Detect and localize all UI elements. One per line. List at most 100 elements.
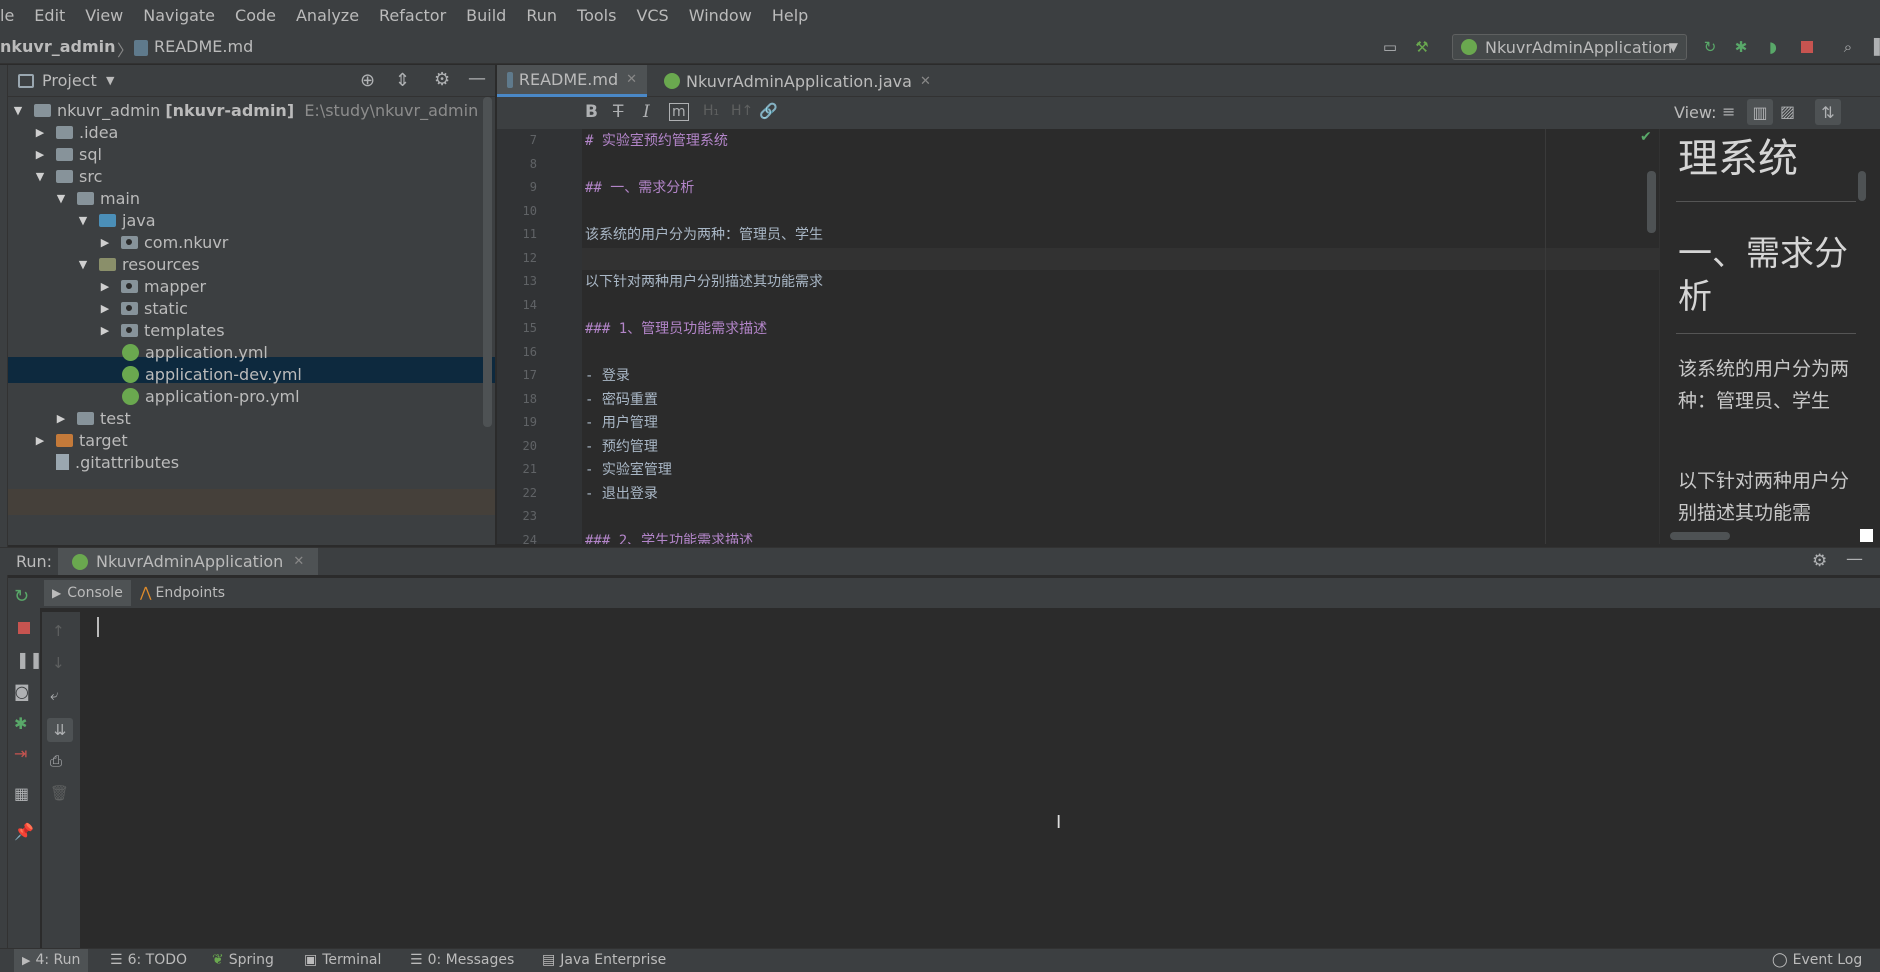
soft-wrap-icon[interactable]: ⤶ [50,686,58,704]
sync-scroll-icon[interactable]: ⇅ [1815,99,1841,125]
layout-icon[interactable]: ▭ [1378,35,1402,59]
code-line: - 预约管理 [585,438,658,455]
menu-tools[interactable]: Tools [567,6,626,25]
menu-vcs[interactable]: VCS [626,6,678,25]
line-number-gutter: 7 8 9 10 11 12 13 14 15 16 17 18 19 20 21 22 23 24 [497,129,582,544]
gear-icon[interactable]: ⚙ [434,69,450,90]
exit-icon[interactable]: ⇥ [14,744,27,763]
locate-target-icon[interactable]: ⊕ [360,70,375,91]
close-icon[interactable]: ✕ [293,554,304,569]
chevron-down-icon: ▼ [1668,40,1678,54]
mouse-ibeam-cursor: I [1056,812,1062,833]
expanded-arrow-icon: ▼ [78,213,88,227]
minimize-icon[interactable]: — [1846,549,1863,569]
layout-icon[interactable]: ▦ [14,784,29,803]
close-icon[interactable]: ✕ [626,72,637,87]
tab-endpoints[interactable]: ⋀ Endpoints [136,580,229,606]
collapsed-arrow-icon: ▶ [35,125,45,139]
stop-icon[interactable] [18,622,30,634]
menu-run[interactable]: Run [516,6,567,25]
tool-run[interactable]: ▶ 4: Run [22,952,80,968]
search-icon[interactable]: ⌕ [1836,35,1860,59]
run-configuration-select[interactable]: NkuvrAdminApplication ▼ [1452,34,1687,60]
tool-terminal[interactable]: ▣ Terminal [304,952,381,968]
tool-todo[interactable]: ☰ 6: TODO [110,952,187,968]
package-icon [121,279,138,293]
console-output[interactable]: I [80,612,1880,948]
tree-excluded-highlight [8,489,495,515]
line-number: 11 [522,227,537,241]
tool-messages[interactable]: ☰ 0: Messages [410,952,514,968]
preview-scrollbar[interactable] [1858,171,1866,201]
camera-icon[interactable]: ◙ [14,682,30,701]
menu-view[interactable]: View [75,6,133,25]
editor-scrollbar[interactable] [1647,171,1656,233]
preview-only-icon[interactable]: ▨ [1780,102,1795,121]
line-number: 7 [529,133,537,147]
menu-window[interactable]: Window [679,6,762,25]
tool-event-log[interactable]: ◯ Event Log [1772,952,1862,968]
tree-item-application-pro-yml[interactable]: application-pro.yml [122,383,300,409]
minimize-icon[interactable]: — [468,68,486,89]
print-icon[interactable]: ⎙ [50,752,62,770]
gear-icon[interactable]: ⚙ [1812,551,1827,571]
markdown-file-icon [507,71,513,88]
tree-scrollbar[interactable] [483,97,492,427]
pin-icon[interactable]: 📌 [14,822,34,841]
coverage-icon[interactable]: ◗ [1761,35,1785,59]
module-folder-icon [34,103,51,117]
spring-boot-icon [1461,39,1477,55]
project-panel-title[interactable]: Project [42,71,97,90]
tree-item-gitattributes[interactable]: .gitattributes [56,449,179,475]
close-icon[interactable]: ✕ [920,74,931,89]
menu-refactor[interactable]: Refactor [369,6,456,25]
editor-only-icon[interactable]: ≡ [1722,102,1735,121]
spring-yml-icon [122,365,139,383]
strikethrough-icon[interactable]: T [613,102,623,122]
code-editor[interactable]: 7 8 9 10 11 12 13 14 15 16 17 18 19 20 21 22 23 24 # 实验室预… [497,129,1659,544]
collapse-all-icon[interactable]: ⇕ [395,70,410,91]
right-margin-guide [1545,129,1546,544]
run-label: Run: [16,552,53,571]
more-icon[interactable]: ▐ [1862,35,1880,59]
menu-file[interactable]: le [0,6,24,25]
menu-edit[interactable]: Edit [24,6,75,25]
tool-label: Spring [228,952,274,968]
tree-label: test [100,408,131,428]
menu-help[interactable]: Help [762,6,818,25]
tool-java-enterprise[interactable]: ▤ Java Enterprise [542,952,666,968]
build-hammer-icon[interactable]: ⚒ [1410,35,1434,59]
split-view-icon[interactable]: ▥ [1747,99,1773,125]
package-icon [121,235,138,249]
breadcrumb-project[interactable]: nkuvr_admin [0,37,116,56]
breadcrumb-file[interactable]: README.md [154,37,253,56]
tab-console[interactable]: ▶ Console [44,580,131,606]
tab-readme[interactable]: README.md ✕ [497,65,647,97]
bold-icon[interactable]: B [585,102,598,122]
stop-icon[interactable] [1795,35,1819,59]
tab-nkuvr-admin-application[interactable]: NkuvrAdminApplication.java ✕ [654,65,941,97]
code-icon[interactable]: m [669,103,689,121]
preview-hscrollbar[interactable] [1670,532,1730,540]
menu-build[interactable]: Build [456,6,516,25]
italic-icon[interactable]: I [643,102,650,122]
rerun-icon[interactable]: ↻ [14,586,29,607]
package-icon [121,301,138,315]
menu-code[interactable]: Code [225,6,286,25]
debug-icon[interactable]: ✱ [14,714,27,733]
rerun-icon[interactable]: ↻ [1698,35,1722,59]
run-tab[interactable]: NkuvrAdminApplication ✕ [58,548,319,575]
collapsed-arrow-icon: ▶ [100,323,110,337]
chevron-down-icon[interactable]: ▼ [106,74,114,87]
collapsed-arrow-icon: ▶ [100,301,110,315]
preview-h2: 一、需求分析 [1678,234,1848,317]
breadcrumb-separator: 〉 [117,41,134,60]
menu-analyze[interactable]: Analyze [286,6,369,25]
resize-handle[interactable] [1860,529,1873,542]
tool-spring[interactable]: ❦ Spring [212,952,274,968]
menu-navigate[interactable]: Navigate [133,6,225,25]
tab-label: Console [67,585,123,601]
pause-icon[interactable]: ❚❚ [16,650,43,669]
scroll-to-end-icon[interactable]: ⇊ [47,718,73,742]
debug-icon[interactable]: ✱ [1729,35,1753,59]
